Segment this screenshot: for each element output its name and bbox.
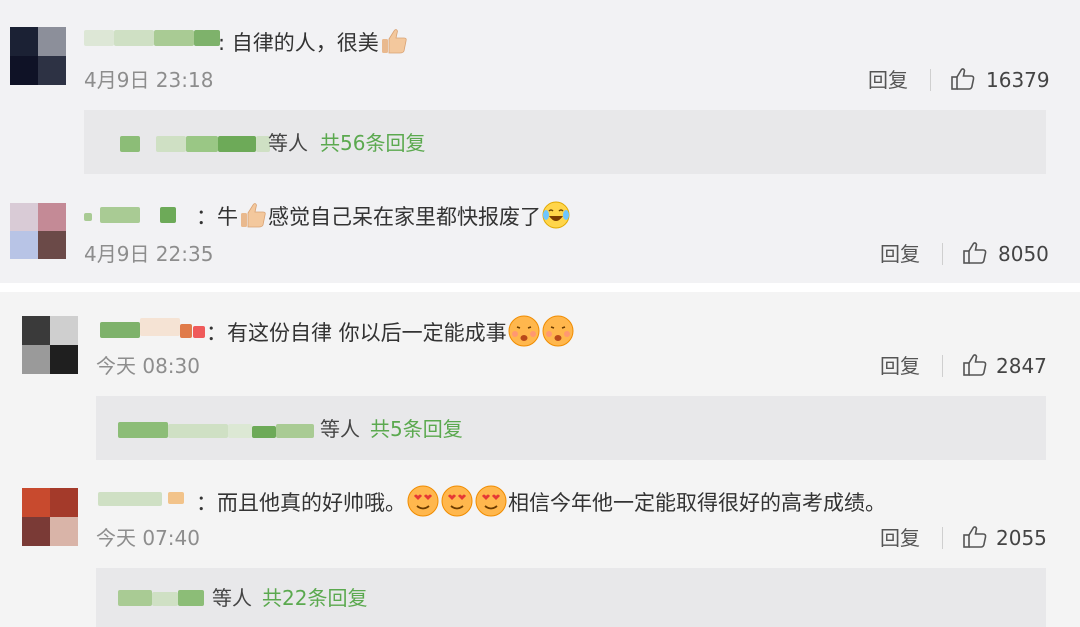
username-blurred[interactable] <box>84 205 194 225</box>
reply-button[interactable]: 回复 <box>868 68 908 92</box>
thumbs-up-icon <box>238 200 268 236</box>
avatar[interactable] <box>10 27 66 85</box>
comment-text: ：而且他真的好帅哦。 相信今年他一定能取得很好的高考成绩。 <box>196 484 886 524</box>
avatar[interactable] <box>22 316 78 374</box>
sub-reply-count-link[interactable]: 共56条回复 <box>320 131 425 155</box>
reply-usernames-blurred <box>106 134 270 154</box>
reply-usernames-blurred <box>118 420 318 440</box>
reply-button[interactable]: 回复 <box>880 242 920 266</box>
sub-reply-box[interactable]: 等人 共22条回复 <box>96 568 1046 627</box>
like-count: 8050 <box>998 242 1049 266</box>
comment-text: : 自律的人，很美 <box>218 26 409 62</box>
laugh-crying-icon <box>541 200 571 236</box>
comment-time: 4月9日 22:35 <box>84 242 214 266</box>
reply-usernames-blurred <box>118 588 208 608</box>
sub-reply-suffix: 等人 <box>320 417 360 441</box>
divider <box>942 355 943 377</box>
thumbs-up-icon <box>379 26 409 62</box>
divider <box>930 69 931 91</box>
avatar[interactable] <box>22 488 78 546</box>
like-count: 16379 <box>986 68 1050 92</box>
comment-time: 4月9日 23:18 <box>84 68 214 92</box>
kiss-face-icon <box>541 314 575 354</box>
sub-reply-box[interactable]: 等人 共56条回复 <box>84 110 1046 174</box>
like-count: 2847 <box>996 354 1047 378</box>
comment-panel-bottom: ：有这份自律 你以后一定能成事 今天 08:30 回复 2847 等人 共5条回… <box>0 292 1080 627</box>
username-blurred[interactable] <box>98 488 190 508</box>
sub-reply-count-link[interactable]: 共5条回复 <box>370 417 463 441</box>
username-blurred[interactable] <box>84 28 220 48</box>
heart-eyes-icon <box>474 484 508 524</box>
reply-button[interactable]: 回复 <box>880 354 920 378</box>
comment-text: ：牛 感觉自己呆在家里都快报废了 <box>196 200 571 236</box>
like-count: 2055 <box>996 526 1047 550</box>
sub-reply-suffix: 等人 <box>212 586 252 610</box>
heart-eyes-icon <box>440 484 474 524</box>
like-icon[interactable] <box>962 240 988 266</box>
comment-time: 今天 07:40 <box>96 526 200 550</box>
kiss-face-icon <box>507 314 541 354</box>
divider <box>942 527 943 549</box>
heart-eyes-icon <box>406 484 440 524</box>
reply-button[interactable]: 回复 <box>880 526 920 550</box>
sub-reply-count-link[interactable]: 共22条回复 <box>262 586 367 610</box>
comment-text: ：有这份自律 你以后一定能成事 <box>206 314 575 354</box>
comment-panel-top: : 自律的人，很美 4月9日 23:18 回复 16379 等人 共56条回复 <box>0 0 1080 283</box>
username-blurred[interactable] <box>100 318 210 338</box>
like-icon[interactable] <box>962 352 988 378</box>
like-icon[interactable] <box>950 66 976 92</box>
avatar[interactable] <box>10 203 66 259</box>
divider <box>942 243 943 265</box>
sub-reply-suffix: 等人 <box>268 131 308 155</box>
sub-reply-box[interactable]: 等人 共5条回复 <box>96 396 1046 460</box>
like-icon[interactable] <box>962 524 988 550</box>
comment-time: 今天 08:30 <box>96 354 200 378</box>
